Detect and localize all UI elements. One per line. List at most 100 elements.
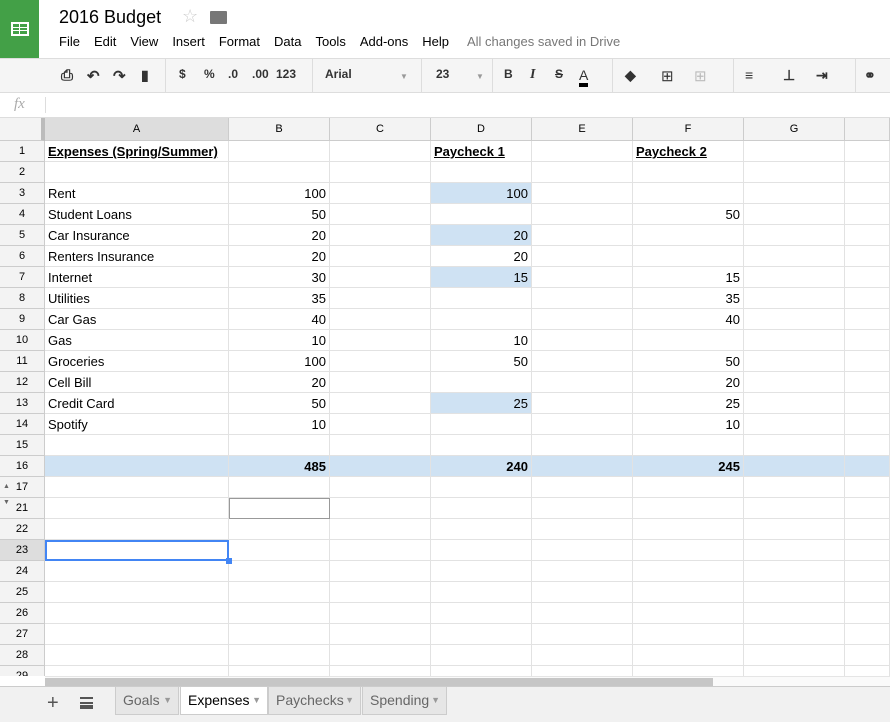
cell-G27[interactable]	[744, 624, 845, 645]
cell-E4[interactable]	[532, 204, 633, 225]
cell-A25[interactable]	[45, 582, 229, 603]
cell-E27[interactable]	[532, 624, 633, 645]
cell-A7[interactable]: Internet	[45, 267, 229, 288]
cell-A1[interactable]: Expenses (Spring/Summer)	[45, 141, 229, 162]
cell-F29[interactable]	[633, 666, 744, 676]
menu-add-ons[interactable]: Add-ons	[360, 34, 408, 49]
cell-F5[interactable]	[633, 225, 744, 246]
cell-D24[interactable]	[431, 561, 532, 582]
cell-C16[interactable]	[330, 456, 431, 477]
cell-F2[interactable]	[633, 162, 744, 183]
cell-A26[interactable]	[45, 603, 229, 624]
menu-format[interactable]: Format	[219, 34, 260, 49]
cell-F26[interactable]	[633, 603, 744, 624]
cell-C12[interactable]	[330, 372, 431, 393]
expand-up-icon[interactable]: ▲	[3, 483, 10, 490]
cell-D8[interactable]	[431, 288, 532, 309]
merge-cells-icon[interactable]: ⊞	[694, 67, 707, 85]
cell-B10[interactable]: 10	[229, 330, 330, 351]
text-wrap-icon[interactable]: ⇥	[816, 67, 828, 84]
cell-D10[interactable]: 10	[431, 330, 532, 351]
cell-H7[interactable]	[845, 267, 890, 288]
cell-B26[interactable]	[229, 603, 330, 624]
column-header[interactable]: D	[431, 118, 532, 141]
menu-tools[interactable]: Tools	[315, 34, 345, 49]
cell-E11[interactable]	[532, 351, 633, 372]
cell-G17[interactable]	[744, 477, 845, 498]
cell-H21[interactable]	[845, 498, 890, 519]
horizontal-scrollbar[interactable]	[45, 676, 890, 686]
cell-D11[interactable]: 50	[431, 351, 532, 372]
cell-B8[interactable]: 35	[229, 288, 330, 309]
row-header[interactable]: 12	[0, 372, 45, 393]
column-header[interactable]: E	[532, 118, 633, 141]
cell-A21[interactable]	[45, 498, 229, 519]
row-header[interactable]: 23	[0, 540, 45, 561]
cell-D13[interactable]: 25	[431, 393, 532, 414]
cell-H1[interactable]	[845, 141, 890, 162]
cell-D27[interactable]	[431, 624, 532, 645]
strikethrough-button[interactable]: S	[555, 67, 563, 81]
cell-B3[interactable]: 100	[229, 183, 330, 204]
cell-F23[interactable]	[633, 540, 744, 561]
cell-G14[interactable]	[744, 414, 845, 435]
cell-B7[interactable]: 30	[229, 267, 330, 288]
font-size-select[interactable]: 23	[436, 67, 449, 81]
cell-E28[interactable]	[532, 645, 633, 666]
column-header[interactable]: C	[330, 118, 431, 141]
row-header[interactable]: 16	[0, 456, 45, 477]
cell-E8[interactable]	[532, 288, 633, 309]
cell-F24[interactable]	[633, 561, 744, 582]
cell-D16[interactable]: 240	[431, 456, 532, 477]
cell-E15[interactable]	[532, 435, 633, 456]
cell-H4[interactable]	[845, 204, 890, 225]
cell-F11[interactable]: 50	[633, 351, 744, 372]
cell-H28[interactable]	[845, 645, 890, 666]
cell-E9[interactable]	[532, 309, 633, 330]
cell-E10[interactable]	[532, 330, 633, 351]
cell-A4[interactable]: Student Loans	[45, 204, 229, 225]
cell-G2[interactable]	[744, 162, 845, 183]
italic-button[interactable]: I	[530, 67, 535, 83]
cell-E13[interactable]	[532, 393, 633, 414]
cell-B2[interactable]	[229, 162, 330, 183]
cell-G23[interactable]	[744, 540, 845, 561]
cell-C21[interactable]	[330, 498, 431, 519]
cell-H8[interactable]	[845, 288, 890, 309]
cell-H12[interactable]	[845, 372, 890, 393]
row-header[interactable]: 27	[0, 624, 45, 645]
redo-icon[interactable]: ↷	[113, 67, 126, 85]
cell-G5[interactable]	[744, 225, 845, 246]
row-header[interactable]: 6	[0, 246, 45, 267]
cell-H9[interactable]	[845, 309, 890, 330]
menu-insert[interactable]: Insert	[172, 34, 205, 49]
cell-E3[interactable]	[532, 183, 633, 204]
cell-G26[interactable]	[744, 603, 845, 624]
cell-F7[interactable]: 15	[633, 267, 744, 288]
paint-format-icon[interactable]: ▮	[141, 67, 149, 84]
cell-A9[interactable]: Car Gas	[45, 309, 229, 330]
percent-button[interactable]: %	[204, 67, 215, 81]
cell-A17[interactable]	[45, 477, 229, 498]
undo-icon[interactable]: ↶	[87, 67, 100, 85]
row-header[interactable]: 14	[0, 414, 45, 435]
row-header[interactable]: 28	[0, 645, 45, 666]
cell-G16[interactable]	[744, 456, 845, 477]
cell-F12[interactable]: 20	[633, 372, 744, 393]
menu-help[interactable]: Help	[422, 34, 449, 49]
cell-B14[interactable]: 10	[229, 414, 330, 435]
cell-A10[interactable]: Gas	[45, 330, 229, 351]
increase-decimal-button[interactable]: .00	[252, 67, 269, 81]
cell-F10[interactable]	[633, 330, 744, 351]
menu-data[interactable]: Data	[274, 34, 301, 49]
borders-icon[interactable]: ⊞	[661, 67, 674, 85]
cell-C28[interactable]	[330, 645, 431, 666]
decrease-decimal-button[interactable]: .0	[228, 67, 238, 81]
cell-C27[interactable]	[330, 624, 431, 645]
cell-C22[interactable]	[330, 519, 431, 540]
cell-G12[interactable]	[744, 372, 845, 393]
cell-D28[interactable]	[431, 645, 532, 666]
cell-E21[interactable]	[532, 498, 633, 519]
all-sheets-icon[interactable]	[80, 697, 93, 709]
cell-E1[interactable]	[532, 141, 633, 162]
